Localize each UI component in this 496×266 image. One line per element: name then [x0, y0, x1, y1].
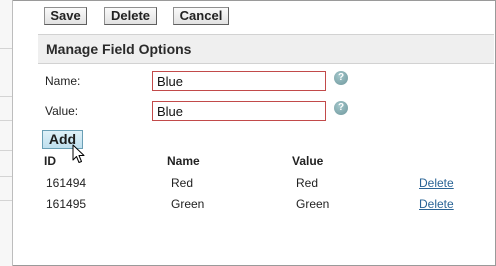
- cell-id: 161495: [46, 197, 87, 211]
- column-header-name: Name: [167, 154, 200, 168]
- gutter-divider: [0, 150, 12, 151]
- left-panel-edge: [0, 0, 13, 266]
- column-header-value: Value: [292, 154, 324, 168]
- cell-value: Green: [296, 197, 330, 211]
- name-input[interactable]: [152, 71, 326, 91]
- cell-value: Red: [296, 176, 319, 190]
- gutter-divider: [0, 96, 12, 97]
- section-header: Manage Field Options: [38, 34, 494, 64]
- section-title: Manage Field Options: [46, 41, 192, 57]
- save-button[interactable]: Save: [44, 7, 87, 25]
- cancel-button[interactable]: Cancel: [173, 7, 229, 25]
- value-label: Value:: [45, 104, 79, 118]
- value-input[interactable]: [152, 101, 326, 121]
- delete-button[interactable]: Delete: [104, 7, 157, 25]
- gutter-divider: [0, 120, 12, 121]
- row-delete-link[interactable]: Delete: [419, 197, 454, 211]
- help-icon[interactable]: ?: [334, 71, 348, 85]
- cell-id: 161494: [46, 176, 87, 190]
- gutter-divider: [0, 48, 12, 49]
- gutter-divider: [0, 200, 12, 201]
- help-icon[interactable]: ?: [334, 101, 348, 115]
- cell-name: Red: [171, 176, 194, 190]
- cell-name: Green: [171, 197, 205, 211]
- mouse-pointer-icon: [72, 144, 85, 163]
- row-delete-link[interactable]: Delete: [419, 176, 454, 190]
- column-header-id: ID: [44, 154, 56, 168]
- gutter-divider: [0, 176, 12, 177]
- name-label: Name:: [45, 74, 81, 88]
